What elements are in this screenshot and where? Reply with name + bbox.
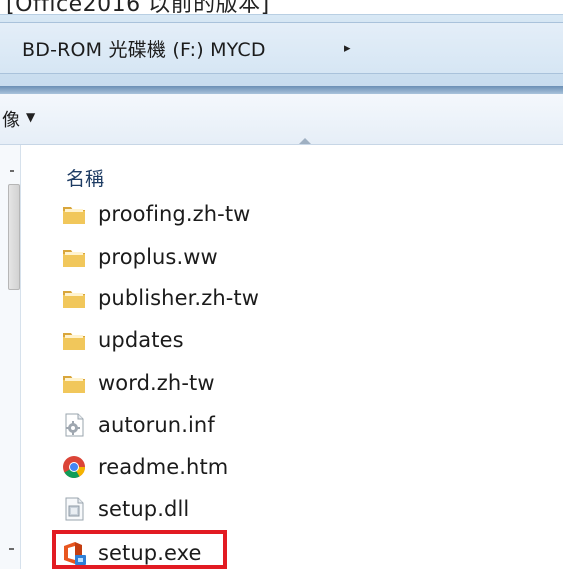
address-path[interactable]: BD-ROM 光碟機 (F:) MYCD [22, 35, 266, 62]
file-name: proplus.ww [98, 245, 218, 269]
explorer-screenshot: [Office2016 以前的版本] BD-ROM 光碟機 (F:) MYCD … [0, 0, 563, 569]
column-header-name[interactable]: 名稱 [66, 164, 104, 191]
highlight-annotation [52, 530, 227, 569]
address-divider [0, 86, 563, 94]
folder-icon [63, 333, 85, 350]
dll-file-icon [65, 497, 84, 521]
list-item[interactable]: readme.htm [60, 448, 228, 486]
folder-icon [63, 291, 85, 308]
breadcrumb-arrow-icon[interactable]: ▸ [344, 41, 351, 56]
list-item[interactable]: proofing.zh-tw [60, 195, 250, 233]
settings-file-icon [65, 413, 84, 437]
list-item[interactable]: publisher.zh-tw [60, 279, 259, 317]
file-name: publisher.zh-tw [98, 286, 260, 310]
list-item[interactable]: proplus.ww [60, 238, 218, 276]
file-name: readme.htm [98, 455, 229, 479]
file-name: updates [98, 328, 184, 352]
file-name: proofing.zh-tw [98, 202, 251, 226]
browser-file-icon [63, 456, 85, 478]
sort-ascending-icon [299, 138, 311, 144]
file-name: setup.dll [98, 497, 190, 521]
folder-icon [63, 376, 85, 393]
nav-tree-marker [9, 548, 14, 550]
scrollbar-thumb[interactable] [8, 184, 20, 290]
list-item[interactable]: setup.dll [60, 490, 189, 528]
toolbar-menu-label[interactable]: 像 [2, 106, 20, 132]
chevron-down-icon[interactable]: ▼ [26, 110, 35, 124]
list-item[interactable]: word.zh-tw [60, 364, 215, 402]
list-item[interactable]: updates [60, 321, 184, 359]
nav-tree-marker [10, 170, 14, 172]
folder-icon [63, 207, 85, 224]
list-item[interactable]: autorun.inf [60, 406, 215, 444]
toolbar [0, 94, 563, 145]
file-name: word.zh-tw [98, 371, 215, 395]
file-name: autorun.inf [98, 413, 215, 437]
folder-icon [63, 250, 85, 267]
